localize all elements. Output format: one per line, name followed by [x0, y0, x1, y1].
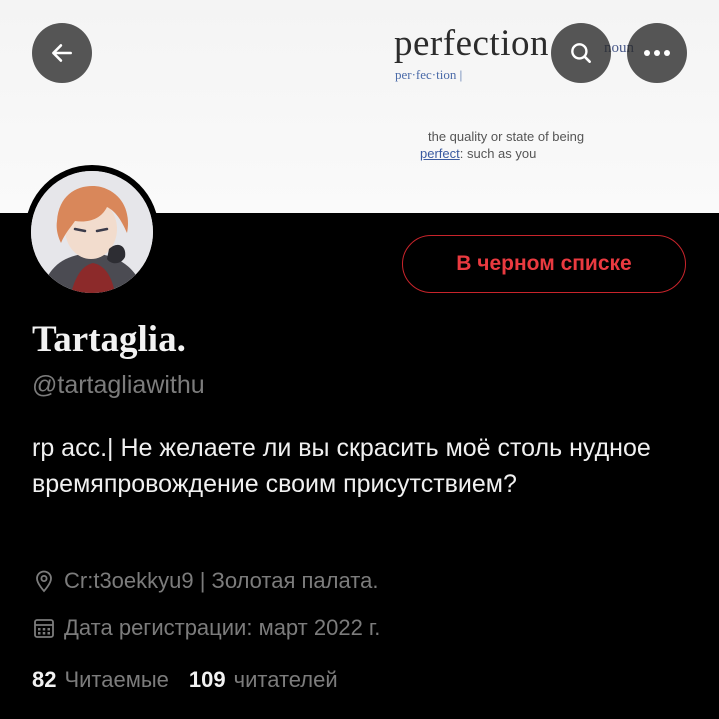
- following-link[interactable]: 82 Читаемые: [32, 667, 169, 693]
- banner-definition-rest: : such as you: [459, 146, 537, 161]
- joined-text: Дата регистрации: март 2022 г.: [64, 615, 381, 640]
- search-icon: [571, 43, 591, 63]
- location-pin-icon: [36, 570, 52, 593]
- profile-name: Tartaglia.: [32, 319, 186, 360]
- profile-bio: rp acc.| Не желаете ли вы скрасить моё с…: [32, 434, 651, 498]
- more-button[interactable]: [627, 23, 687, 83]
- more-horizontal-icon: [644, 50, 670, 56]
- profile-stats: 82 Читаемые 109 читателей: [32, 667, 358, 693]
- avatar[interactable]: [25, 165, 159, 299]
- blocked-button[interactable]: В черном списке: [402, 235, 686, 293]
- profile-joined: Дата регистрации: март 2022 г.: [32, 613, 380, 643]
- search-button[interactable]: [551, 23, 611, 83]
- banner-definition-line1: the quality or state of being: [428, 129, 585, 144]
- location-text: Cr:t3oekkyu9 | Золотая палата.: [64, 568, 379, 593]
- following-count: 82: [32, 667, 57, 692]
- following-label: Читаемые: [64, 667, 169, 692]
- banner-definition-line2: perfect: such as you: [420, 146, 536, 161]
- profile-location: Cr:t3oekkyu9 | Золотая палата.: [32, 566, 378, 596]
- followers-link[interactable]: 109 читателей: [189, 667, 338, 693]
- followers-count: 109: [188, 667, 226, 692]
- arrow-left-icon: [52, 44, 72, 62]
- back-button[interactable]: [32, 23, 92, 83]
- avatar-image: [31, 171, 153, 293]
- calendar-icon: [34, 619, 54, 638]
- banner-definition-link: perfect: [420, 146, 460, 161]
- banner-phonetic: per·fec·tion |: [395, 67, 463, 82]
- followers-label: читателей: [233, 667, 338, 692]
- banner-word: perfection: [394, 23, 549, 64]
- profile-handle: @tartagliawithu: [32, 371, 205, 399]
